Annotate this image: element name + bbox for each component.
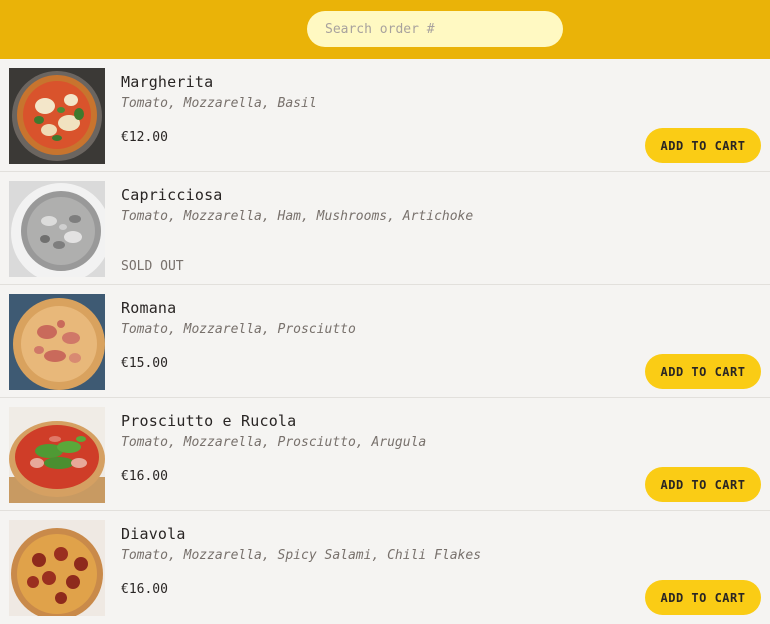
- item-name: Romana: [121, 299, 177, 317]
- menu-item-capricciosa: Capricciosa Tomato, Mozzarella, Ham, Mus…: [0, 172, 770, 285]
- add-to-cart-button[interactable]: ADD TO CART: [645, 354, 761, 389]
- menu-item-margherita: Margherita Tomato, Mozzarella, Basil €12…: [0, 59, 770, 172]
- pizza-prosciutto-rucola-image: [9, 407, 105, 503]
- item-price: €16.00: [121, 469, 168, 484]
- sold-out-label: SOLD OUT: [121, 259, 184, 274]
- item-ingredients: Tomato, Mozzarella, Prosciutto, Arugula: [121, 435, 427, 450]
- pizza-romana-image: [9, 294, 105, 390]
- item-name: Prosciutto e Rucola: [121, 412, 297, 430]
- item-name: Capricciosa: [121, 186, 223, 204]
- add-to-cart-button[interactable]: ADD TO CART: [645, 128, 761, 163]
- add-to-cart-button[interactable]: ADD TO CART: [645, 580, 761, 615]
- item-price: €15.00: [121, 356, 168, 371]
- add-to-cart-button[interactable]: ADD TO CART: [645, 467, 761, 502]
- pizza-menu-list: Margherita Tomato, Mozzarella, Basil €12…: [0, 59, 770, 624]
- item-name: Margherita: [121, 73, 214, 91]
- menu-item-prosciutto-e-rucola: Prosciutto e Rucola Tomato, Mozzarella, …: [0, 398, 770, 511]
- menu-item-romana: Romana Tomato, Mozzarella, Prosciutto €1…: [0, 285, 770, 398]
- item-price: €12.00: [121, 130, 168, 145]
- pizza-margherita-image: [9, 68, 105, 164]
- header-bar: [0, 0, 770, 59]
- search-order-input[interactable]: [323, 20, 547, 38]
- item-ingredients: Tomato, Mozzarella, Basil: [121, 96, 317, 111]
- pizza-diavola-image: [9, 520, 105, 616]
- item-ingredients: Tomato, Mozzarella, Ham, Mushrooms, Arti…: [121, 209, 474, 224]
- search-box[interactable]: [307, 11, 563, 47]
- menu-item-diavola: Diavola Tomato, Mozzarella, Spicy Salami…: [0, 511, 770, 624]
- item-ingredients: Tomato, Mozzarella, Prosciutto: [121, 322, 356, 337]
- item-price: €16.00: [121, 582, 168, 597]
- pizza-capricciosa-image: [9, 181, 105, 277]
- item-ingredients: Tomato, Mozzarella, Spicy Salami, Chili …: [121, 548, 482, 563]
- item-name: Diavola: [121, 525, 186, 543]
